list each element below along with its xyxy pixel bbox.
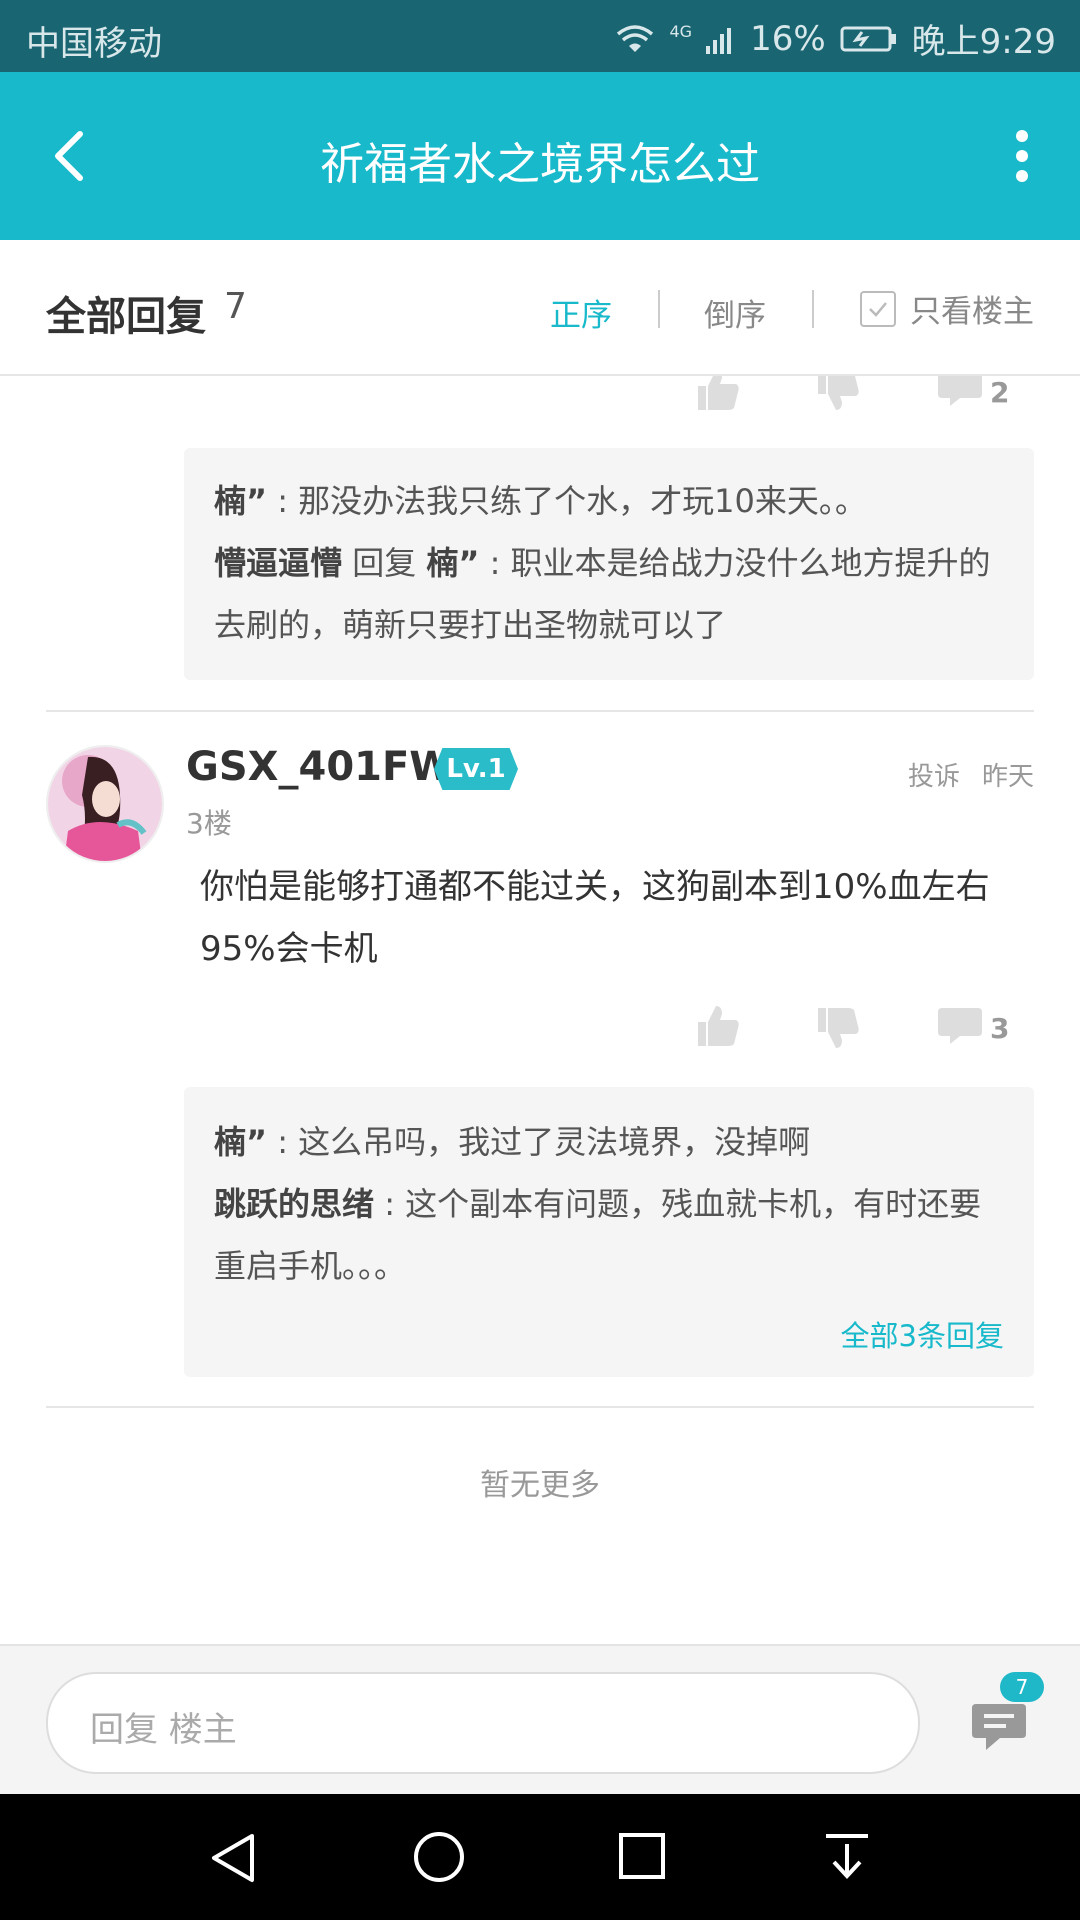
more-options-icon[interactable]: [1002, 128, 1042, 184]
owner-only-toggle[interactable]: 只看楼主: [860, 286, 1034, 331]
reply-preview-box[interactable]: 楠” : 这么吊吗，我过了灵法境界，没掉啊 跳跃的思绪 : 这个副本有问题，残血…: [184, 1087, 1034, 1377]
checkbox[interactable]: [860, 290, 896, 327]
nav-home-icon[interactable]: [412, 1830, 466, 1884]
bottom-reply-bar: 回复 楼主 7: [0, 1644, 1080, 1796]
post-username[interactable]: GSX_401FW: [186, 744, 453, 790]
avatar-image: [48, 747, 162, 861]
wifi-icon: [617, 24, 654, 52]
thumbs-down-icon[interactable]: [814, 1006, 862, 1050]
reply-input-placeholder: 回复 楼主: [90, 1710, 237, 1750]
comment-icon[interactable]: [936, 376, 984, 410]
all-replies-link[interactable]: 全部3条回复: [841, 1313, 1004, 1355]
clock: 晚上9:29: [911, 22, 1056, 62]
report-link[interactable]: 投诉: [908, 756, 960, 793]
reply-text: : 那没办法我只练了个水，才玩10来天。。: [267, 482, 867, 520]
owner-only-label: 只看楼主: [910, 294, 1034, 330]
reply-header: 全部回复 7 正序 倒序 只看楼主: [0, 240, 1080, 376]
reply-preview-box[interactable]: 楠” : 那没办法我只练了个水，才玩10来天。。 懵逼逼懵 回复 楠” : 职业…: [184, 448, 1034, 680]
prev-post-actions: 2: [0, 376, 1080, 416]
battery-charging-icon: [840, 26, 896, 51]
reply-item: 楠” : 这么吊吗，我过了灵法境界，没掉啊: [184, 1111, 1034, 1173]
app-bar: 祈福者水之境界怎么过: [0, 72, 1080, 240]
reply-word: 回复: [342, 544, 427, 582]
status-bar: 中国移动 4G 16% 晚上9:29: [0, 0, 1080, 72]
reply-user[interactable]: 跳跃的思绪: [214, 1185, 374, 1223]
post-meta: 投诉 昨天: [908, 756, 1034, 793]
post-content: 你怕是能够打通都不能过关，这狗副本到10%血左右95%会卡机: [200, 867, 990, 969]
network-label: 4G: [669, 22, 693, 41]
system-nav-bar: [0, 1794, 1080, 1920]
sort-descending-tab[interactable]: 倒序: [704, 290, 766, 335]
battery-percent: 16%: [750, 18, 826, 59]
level-badge: Lv.1: [434, 748, 518, 790]
page-title: 祈福者水之境界怎么过: [320, 139, 760, 190]
reply-user[interactable]: 楠”: [214, 1123, 267, 1161]
comment-count: 3: [990, 1012, 1010, 1045]
comment-icon[interactable]: [936, 1004, 984, 1048]
divider: [812, 290, 814, 328]
nav-recents-icon[interactable]: [618, 1832, 666, 1880]
reply-item: 懵逼逼懵 回复 楠” : 职业本是给战力没什么地方提升的去刷的，萌新只要打出圣物…: [184, 532, 1034, 656]
floor-label: 3楼: [186, 807, 232, 840]
reply-input[interactable]: 回复 楼主: [46, 1672, 920, 1774]
sort-ascending-tab[interactable]: 正序: [550, 290, 612, 335]
carrier-label: 中国移动: [26, 24, 162, 64]
no-more-label: 暂无更多: [480, 1468, 600, 1503]
separator: [46, 710, 1034, 712]
thumbs-up-icon[interactable]: [694, 1004, 742, 1048]
reply-user[interactable]: 楠”: [214, 482, 267, 520]
comment-count: 2: [990, 376, 1010, 409]
status-icons: 4G 16% 晚上9:29: [615, 14, 1056, 63]
thumbs-up-icon[interactable]: [694, 376, 742, 412]
reply-item: 跳跃的思绪 : 这个副本有问题，残血就卡机，有时还要重启手机。。。: [184, 1173, 1034, 1297]
check-icon: [869, 301, 887, 317]
avatar[interactable]: [46, 745, 164, 863]
thumbs-down-icon[interactable]: [814, 376, 862, 412]
post-time: 昨天: [981, 762, 1034, 792]
signal-icon: [706, 27, 732, 54]
separator: [46, 1406, 1034, 1408]
nav-notification-pull-icon[interactable]: [822, 1830, 872, 1882]
reply-text: : 这么吊吗，我过了灵法境界，没掉啊: [267, 1123, 811, 1161]
nav-back-icon[interactable]: [208, 1832, 258, 1884]
reply-user[interactable]: 懵逼逼懵: [214, 544, 342, 582]
comment-badge: 7: [1000, 1672, 1044, 1702]
comments-icon[interactable]: [970, 1702, 1028, 1754]
reply-item: 楠” : 那没办法我只练了个水，才玩10来天。。: [184, 470, 1034, 532]
reply-target[interactable]: 楠”: [426, 544, 479, 582]
divider: [658, 290, 660, 328]
all-replies-title: 全部回复: [46, 294, 206, 340]
reply-count: 7: [224, 286, 247, 327]
